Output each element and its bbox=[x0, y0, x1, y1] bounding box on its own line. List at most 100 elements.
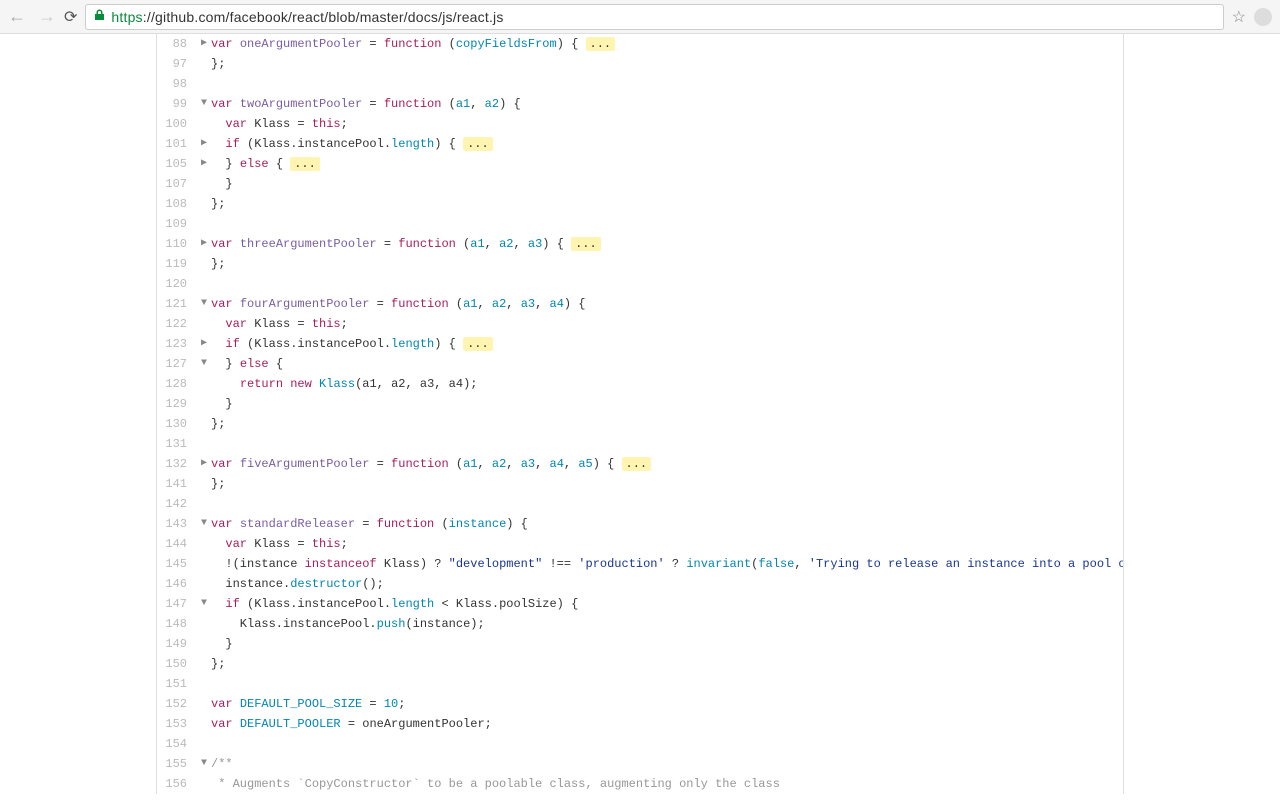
line-number[interactable]: 152 bbox=[157, 694, 197, 714]
code-text[interactable]: var DEFAULT_POOL_SIZE = 10; bbox=[211, 694, 405, 714]
code-line[interactable]: 151 bbox=[157, 674, 1123, 694]
fold-collapse-icon[interactable]: ▼ bbox=[197, 94, 211, 114]
code-text[interactable]: var Klass = this; bbox=[211, 114, 348, 134]
code-line[interactable]: 120 bbox=[157, 274, 1123, 294]
code-text[interactable]: if (Klass.instancePool.length < Klass.po… bbox=[211, 594, 578, 614]
reload-button[interactable]: ⟳ bbox=[64, 7, 77, 27]
extension-icon[interactable] bbox=[1254, 8, 1272, 26]
code-line[interactable]: 141}; bbox=[157, 474, 1123, 494]
fold-collapse-icon[interactable]: ▼ bbox=[197, 294, 211, 314]
code-line[interactable]: 107 } bbox=[157, 174, 1123, 194]
code-line[interactable]: 150}; bbox=[157, 654, 1123, 674]
code-viewer[interactable]: 88▶var oneArgumentPooler = function (cop… bbox=[156, 34, 1124, 794]
code-text[interactable]: instance.destructor(); bbox=[211, 574, 384, 594]
fold-expand-icon[interactable]: ▶ bbox=[197, 154, 211, 174]
code-text[interactable]: var threeArgumentPooler = function (a1, … bbox=[211, 234, 601, 254]
line-number[interactable]: 146 bbox=[157, 574, 197, 594]
code-line[interactable]: 122 var Klass = this; bbox=[157, 314, 1123, 334]
code-line[interactable]: 100 var Klass = this; bbox=[157, 114, 1123, 134]
code-text[interactable]: }; bbox=[211, 414, 225, 434]
code-text[interactable]: } bbox=[211, 174, 233, 194]
line-number[interactable]: 108 bbox=[157, 194, 197, 214]
line-number[interactable]: 99 bbox=[157, 94, 197, 114]
line-number[interactable]: 122 bbox=[157, 314, 197, 334]
code-text[interactable]: }; bbox=[211, 654, 225, 674]
line-number[interactable]: 121 bbox=[157, 294, 197, 314]
line-number[interactable]: 129 bbox=[157, 394, 197, 414]
code-text[interactable]: return new Klass(a1, a2, a3, a4); bbox=[211, 374, 477, 394]
code-line[interactable]: 105▶ } else { ... bbox=[157, 154, 1123, 174]
code-text[interactable]: var fourArgumentPooler = function (a1, a… bbox=[211, 294, 586, 314]
code-line[interactable]: 99▼var twoArgumentPooler = function (a1,… bbox=[157, 94, 1123, 114]
code-text[interactable]: !(instance instanceof Klass) ? "developm… bbox=[211, 554, 1123, 574]
fold-expand-icon[interactable]: ▶ bbox=[197, 34, 211, 54]
code-line[interactable]: 97}; bbox=[157, 54, 1123, 74]
code-text[interactable]: var fiveArgumentPooler = function (a1, a… bbox=[211, 454, 651, 474]
line-number[interactable]: 141 bbox=[157, 474, 197, 494]
line-number[interactable]: 143 bbox=[157, 514, 197, 534]
fold-expand-icon[interactable]: ▶ bbox=[197, 454, 211, 474]
code-line[interactable]: 149 } bbox=[157, 634, 1123, 654]
line-number[interactable]: 101 bbox=[157, 134, 197, 154]
line-number[interactable]: 127 bbox=[157, 354, 197, 374]
code-line[interactable]: 146 instance.destructor(); bbox=[157, 574, 1123, 594]
code-line[interactable]: 129 } bbox=[157, 394, 1123, 414]
code-text[interactable]: Klass.instancePool.push(instance); bbox=[211, 614, 485, 634]
line-number[interactable]: 97 bbox=[157, 54, 197, 74]
code-text[interactable]: * Augments `CopyConstructor` to be a poo… bbox=[211, 774, 780, 794]
fold-collapse-icon[interactable]: ▼ bbox=[197, 594, 211, 614]
code-text[interactable]: } else { ... bbox=[211, 154, 320, 174]
code-line[interactable]: 148 Klass.instancePool.push(instance); bbox=[157, 614, 1123, 634]
bookmark-star-icon[interactable]: ☆ bbox=[1232, 7, 1246, 27]
code-text[interactable]: }; bbox=[211, 54, 225, 74]
line-number[interactable]: 145 bbox=[157, 554, 197, 574]
code-line[interactable]: 127▼ } else { bbox=[157, 354, 1123, 374]
line-number[interactable]: 105 bbox=[157, 154, 197, 174]
code-line[interactable]: 110▶var threeArgumentPooler = function (… bbox=[157, 234, 1123, 254]
code-line[interactable]: 152 var DEFAULT_POOL_SIZE = 10; bbox=[157, 694, 1123, 714]
code-line[interactable]: 142 bbox=[157, 494, 1123, 514]
code-line[interactable]: 119}; bbox=[157, 254, 1123, 274]
code-text[interactable]: var standardReleaser = function (instanc… bbox=[211, 514, 528, 534]
code-line[interactable]: 98 bbox=[157, 74, 1123, 94]
line-number[interactable]: 148 bbox=[157, 614, 197, 634]
line-number[interactable]: 98 bbox=[157, 74, 197, 94]
code-text[interactable]: /** bbox=[211, 754, 233, 774]
back-button[interactable]: ← bbox=[8, 6, 26, 27]
code-line[interactable]: 131 bbox=[157, 434, 1123, 454]
code-text[interactable]: if (Klass.instancePool.length) { ... bbox=[211, 334, 493, 354]
line-number[interactable]: 156 bbox=[157, 774, 197, 794]
line-number[interactable]: 119 bbox=[157, 254, 197, 274]
line-number[interactable]: 155 bbox=[157, 754, 197, 774]
code-line[interactable]: 144 var Klass = this; bbox=[157, 534, 1123, 554]
fold-expand-icon[interactable]: ▶ bbox=[197, 334, 211, 354]
code-line[interactable]: 108}; bbox=[157, 194, 1123, 214]
code-line[interactable]: 101▶ if (Klass.instancePool.length) { ..… bbox=[157, 134, 1123, 154]
line-number[interactable]: 147 bbox=[157, 594, 197, 614]
line-number[interactable]: 149 bbox=[157, 634, 197, 654]
line-number[interactable]: 107 bbox=[157, 174, 197, 194]
code-line[interactable]: 128 return new Klass(a1, a2, a3, a4); bbox=[157, 374, 1123, 394]
line-number[interactable]: 153 bbox=[157, 714, 197, 734]
code-line[interactable]: 156 * Augments `CopyConstructor` to be a… bbox=[157, 774, 1123, 794]
line-number[interactable]: 132 bbox=[157, 454, 197, 474]
code-line[interactable]: 109 bbox=[157, 214, 1123, 234]
line-number[interactable]: 131 bbox=[157, 434, 197, 454]
code-text[interactable]: var oneArgumentPooler = function (copyFi… bbox=[211, 34, 615, 54]
line-number[interactable]: 150 bbox=[157, 654, 197, 674]
code-text[interactable]: } else { bbox=[211, 354, 283, 374]
line-number[interactable]: 144 bbox=[157, 534, 197, 554]
code-line[interactable]: 145 !(instance instanceof Klass) ? "deve… bbox=[157, 554, 1123, 574]
code-line[interactable]: 130}; bbox=[157, 414, 1123, 434]
line-number[interactable]: 142 bbox=[157, 494, 197, 514]
code-text[interactable]: var Klass = this; bbox=[211, 534, 348, 554]
line-number[interactable]: 109 bbox=[157, 214, 197, 234]
line-number[interactable]: 130 bbox=[157, 414, 197, 434]
code-line[interactable]: 88▶var oneArgumentPooler = function (cop… bbox=[157, 34, 1123, 54]
code-text[interactable]: var twoArgumentPooler = function (a1, a2… bbox=[211, 94, 521, 114]
code-line[interactable]: 132▶var fiveArgumentPooler = function (a… bbox=[157, 454, 1123, 474]
line-number[interactable]: 120 bbox=[157, 274, 197, 294]
line-number[interactable]: 128 bbox=[157, 374, 197, 394]
line-number[interactable]: 110 bbox=[157, 234, 197, 254]
address-bar[interactable]: https://github.com/facebook/react/blob/m… bbox=[85, 4, 1223, 30]
